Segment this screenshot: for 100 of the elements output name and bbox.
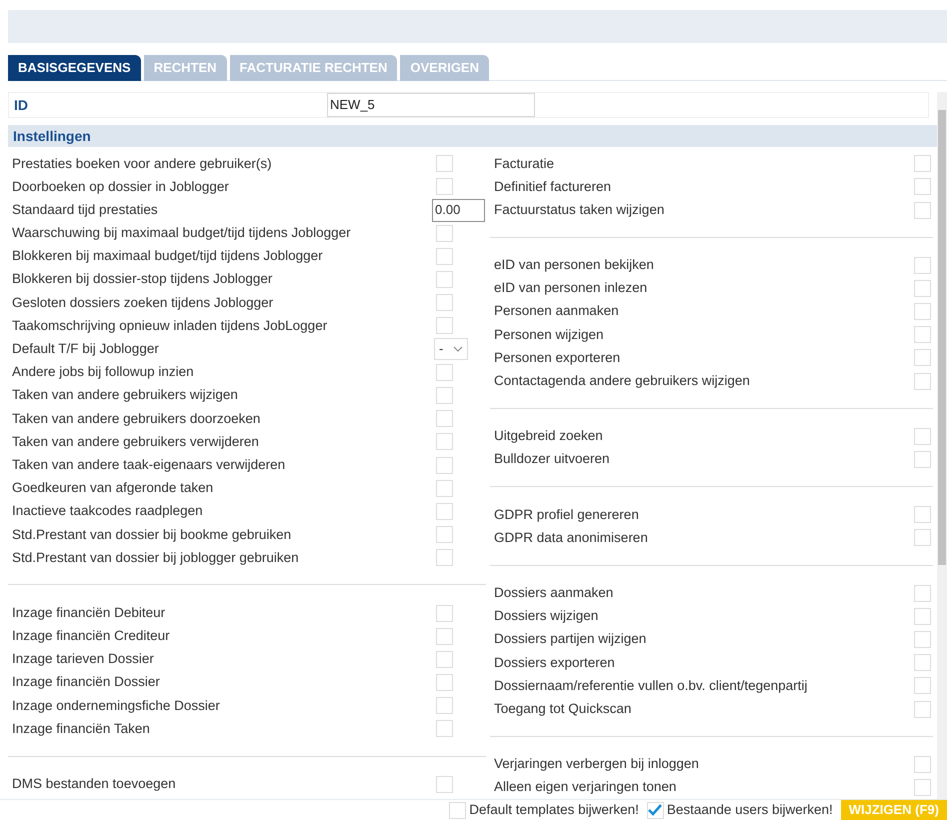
setting-label: Verjaringen verbergen bij inloggen bbox=[494, 755, 699, 774]
tab[interactable]: BASISGEGEVENS bbox=[8, 55, 141, 81]
setting-label: Goedkeuren van afgeronde taken bbox=[12, 479, 214, 498]
number-field[interactable]: 0.00 bbox=[432, 198, 485, 222]
setting-label: Waarschuwing bij maximaal budget/tijd tijdens Joblogger bbox=[12, 224, 351, 242]
checkbox[interactable] bbox=[436, 628, 453, 645]
setting-label: Dossiers partijen wijzigen bbox=[494, 630, 646, 648]
checkbox[interactable] bbox=[914, 700, 931, 718]
setting-label: Andere jobs bij followup inzien bbox=[12, 363, 194, 382]
checkbox[interactable] bbox=[914, 630, 931, 648]
checkbox[interactable] bbox=[436, 502, 453, 520]
checkbox[interactable] bbox=[914, 280, 931, 297]
checkbox[interactable] bbox=[436, 456, 453, 474]
checkbox[interactable] bbox=[436, 224, 453, 242]
checkbox[interactable] bbox=[436, 526, 453, 544]
setting-label: Inzage financiën Taken bbox=[12, 720, 150, 738]
setting-label: Dossiers wijzigen bbox=[494, 607, 598, 626]
setting-label: Taken van andere gebruikers verwijderen bbox=[12, 432, 259, 451]
setting-label: Gesloten dossiers zoeken tijdens Joblogger bbox=[12, 294, 274, 312]
setting-label: eID van personen inlezen bbox=[494, 279, 648, 298]
setting-label: Taken van andere taak-eigenaars verwijderen bbox=[12, 456, 286, 474]
checkbox[interactable] bbox=[436, 480, 453, 497]
setting-label: Std.Prestant van dossier bij bookme gebruiken bbox=[12, 526, 292, 544]
checkbox[interactable] bbox=[914, 608, 931, 625]
checkbox[interactable] bbox=[914, 326, 931, 344]
setting-label: Personen exporteren bbox=[494, 348, 620, 367]
checkbox[interactable] bbox=[436, 549, 453, 566]
checkbox[interactable] bbox=[914, 303, 931, 320]
checkbox[interactable] bbox=[914, 756, 931, 773]
setting-label: Inzage financiën Crediteur bbox=[12, 627, 170, 646]
dropdown[interactable]: - bbox=[434, 338, 468, 360]
setting-label: GDPR data anonimiseren bbox=[494, 528, 648, 547]
checkbox[interactable] bbox=[914, 428, 931, 445]
checkbox[interactable] bbox=[914, 778, 931, 796]
setting-label: Factuurstatus taken wijzigen bbox=[494, 200, 664, 219]
checkbox[interactable] bbox=[436, 604, 453, 622]
setting-label: Alleen eigen verjaringen tonen bbox=[494, 778, 676, 796]
setting-label: Toegang tot Quickscan bbox=[494, 700, 632, 718]
checkbox[interactable] bbox=[436, 155, 453, 172]
setting-label: Inzage tarieven Dossier bbox=[12, 650, 154, 668]
scrollbar[interactable] bbox=[937, 92, 947, 799]
setting-label: Blokkeren bij maximaal budget/tijd tijdens Joblogger bbox=[12, 247, 323, 266]
setting-label: Taken van andere gebruikers doorzoeken bbox=[12, 410, 260, 428]
checkbox[interactable] bbox=[646, 802, 664, 818]
checkbox[interactable] bbox=[436, 294, 453, 312]
checkbox[interactable] bbox=[436, 410, 453, 428]
setting-label: Inzage financiën Debiteur bbox=[12, 604, 166, 622]
setting-label: Contactagenda andere gebruikers wijzigen bbox=[494, 372, 750, 390]
setting-label: Default T/F bij Joblogger bbox=[12, 340, 159, 358]
checkbox[interactable] bbox=[914, 654, 931, 672]
setting-label: Inactieve taakcodes raadplegen bbox=[12, 502, 203, 520]
checkbox[interactable] bbox=[436, 433, 453, 450]
checkbox[interactable] bbox=[436, 674, 453, 692]
setting-label: Inzage ondernemingsfiche Dossier bbox=[12, 696, 220, 715]
setting-label: Taakomschrijving opnieuw inladen tijdens JobLogger bbox=[12, 316, 328, 335]
setting-label: Dossiers aanmaken bbox=[494, 584, 614, 602]
checkbox[interactable] bbox=[914, 372, 931, 390]
setting-label: Dossiernaam/referentie vullen o.bv. client/tegenpartij bbox=[494, 676, 808, 695]
option-label: Bestaande users bijwerken! bbox=[666, 800, 833, 819]
id-field[interactable]: NEW_5 bbox=[327, 93, 535, 117]
setting-label: Personen aanmaken bbox=[494, 302, 619, 320]
setting-label: Facturatie bbox=[494, 154, 554, 173]
section-header: Instellingen bbox=[8, 125, 937, 148]
checkbox[interactable] bbox=[436, 178, 453, 196]
setting-label: Std.Prestant van dossier bij joblogger gebruiken bbox=[12, 548, 299, 567]
setting-label: Uitgebreid zoeken bbox=[494, 427, 603, 446]
checkbox[interactable] bbox=[436, 697, 453, 714]
checkbox[interactable] bbox=[436, 776, 453, 793]
setting-label: GDPR profiel genereren bbox=[494, 506, 639, 524]
checkbox[interactable] bbox=[436, 387, 453, 404]
checkbox[interactable] bbox=[914, 155, 931, 172]
checkbox[interactable] bbox=[914, 584, 931, 602]
checkbox[interactable] bbox=[436, 720, 453, 738]
checkbox[interactable] bbox=[914, 256, 931, 274]
setting-label: Blokkeren bij dossier-stop tijdens Joblogger bbox=[12, 270, 272, 288]
checkbox[interactable] bbox=[914, 202, 931, 219]
option-label: Default templates bijwerken! bbox=[469, 800, 639, 819]
checkbox[interactable] bbox=[436, 271, 453, 288]
checkbox[interactable] bbox=[914, 677, 931, 694]
setting-label: DMS bestanden toevoegen bbox=[12, 775, 176, 794]
checkbox[interactable] bbox=[436, 650, 453, 668]
setting-label: Doorboeken op dossier in Joblogger bbox=[12, 178, 229, 196]
checkbox[interactable] bbox=[436, 364, 453, 381]
chevron-down-icon bbox=[453, 346, 463, 352]
checkbox[interactable] bbox=[436, 317, 453, 334]
checkbox[interactable] bbox=[914, 529, 931, 546]
field-label: ID bbox=[13, 96, 29, 114]
setting-label: eID van personen bekijken bbox=[494, 256, 654, 274]
setting-label: Prestaties boeken voor andere gebruiker(s) bbox=[12, 154, 272, 173]
setting-label: Taken van andere gebruikers wijzigen bbox=[12, 386, 238, 404]
setting-label: Personen wijzigen bbox=[494, 326, 604, 344]
checkbox[interactable] bbox=[436, 248, 453, 265]
setting-label: Inzage financiën Dossier bbox=[12, 673, 160, 692]
checkbox[interactable] bbox=[914, 506, 931, 524]
setting-label: Bulldozer uitvoeren bbox=[494, 450, 610, 468]
checkbox[interactable] bbox=[914, 451, 931, 468]
checkbox[interactable] bbox=[914, 349, 931, 366]
checkbox[interactable] bbox=[914, 178, 931, 196]
setting-label: Dossiers exporteren bbox=[494, 654, 615, 672]
checkbox[interactable] bbox=[449, 802, 466, 818]
